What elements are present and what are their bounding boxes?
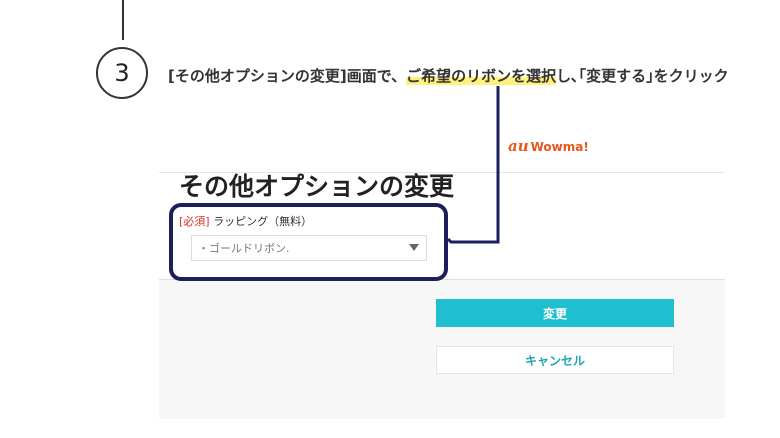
au-logo-mark: au: [508, 137, 529, 155]
instruction-highlight: ご希望のリボンを選択: [406, 67, 557, 85]
change-button[interactable]: 変更: [436, 299, 674, 327]
instruction-text: [その他オプションの変更]画面で、ご希望のリボンを選択し､｢変更する｣をクリック: [168, 62, 758, 91]
instruction-part2: し､｢変更する｣をクリック: [556, 67, 729, 85]
page-title: その他オプションの変更: [179, 172, 455, 201]
step-number-badge: 3: [96, 47, 148, 99]
cancel-button[interactable]: キャンセル: [436, 346, 674, 374]
step-connector-line: [122, 0, 124, 40]
callout-box: [169, 203, 448, 281]
wowma-logo-text: Wowma!: [530, 140, 589, 154]
instruction-part1: [その他オプションの変更]画面で、: [168, 67, 407, 85]
wowma-logo: au Wowma!: [508, 137, 589, 155]
